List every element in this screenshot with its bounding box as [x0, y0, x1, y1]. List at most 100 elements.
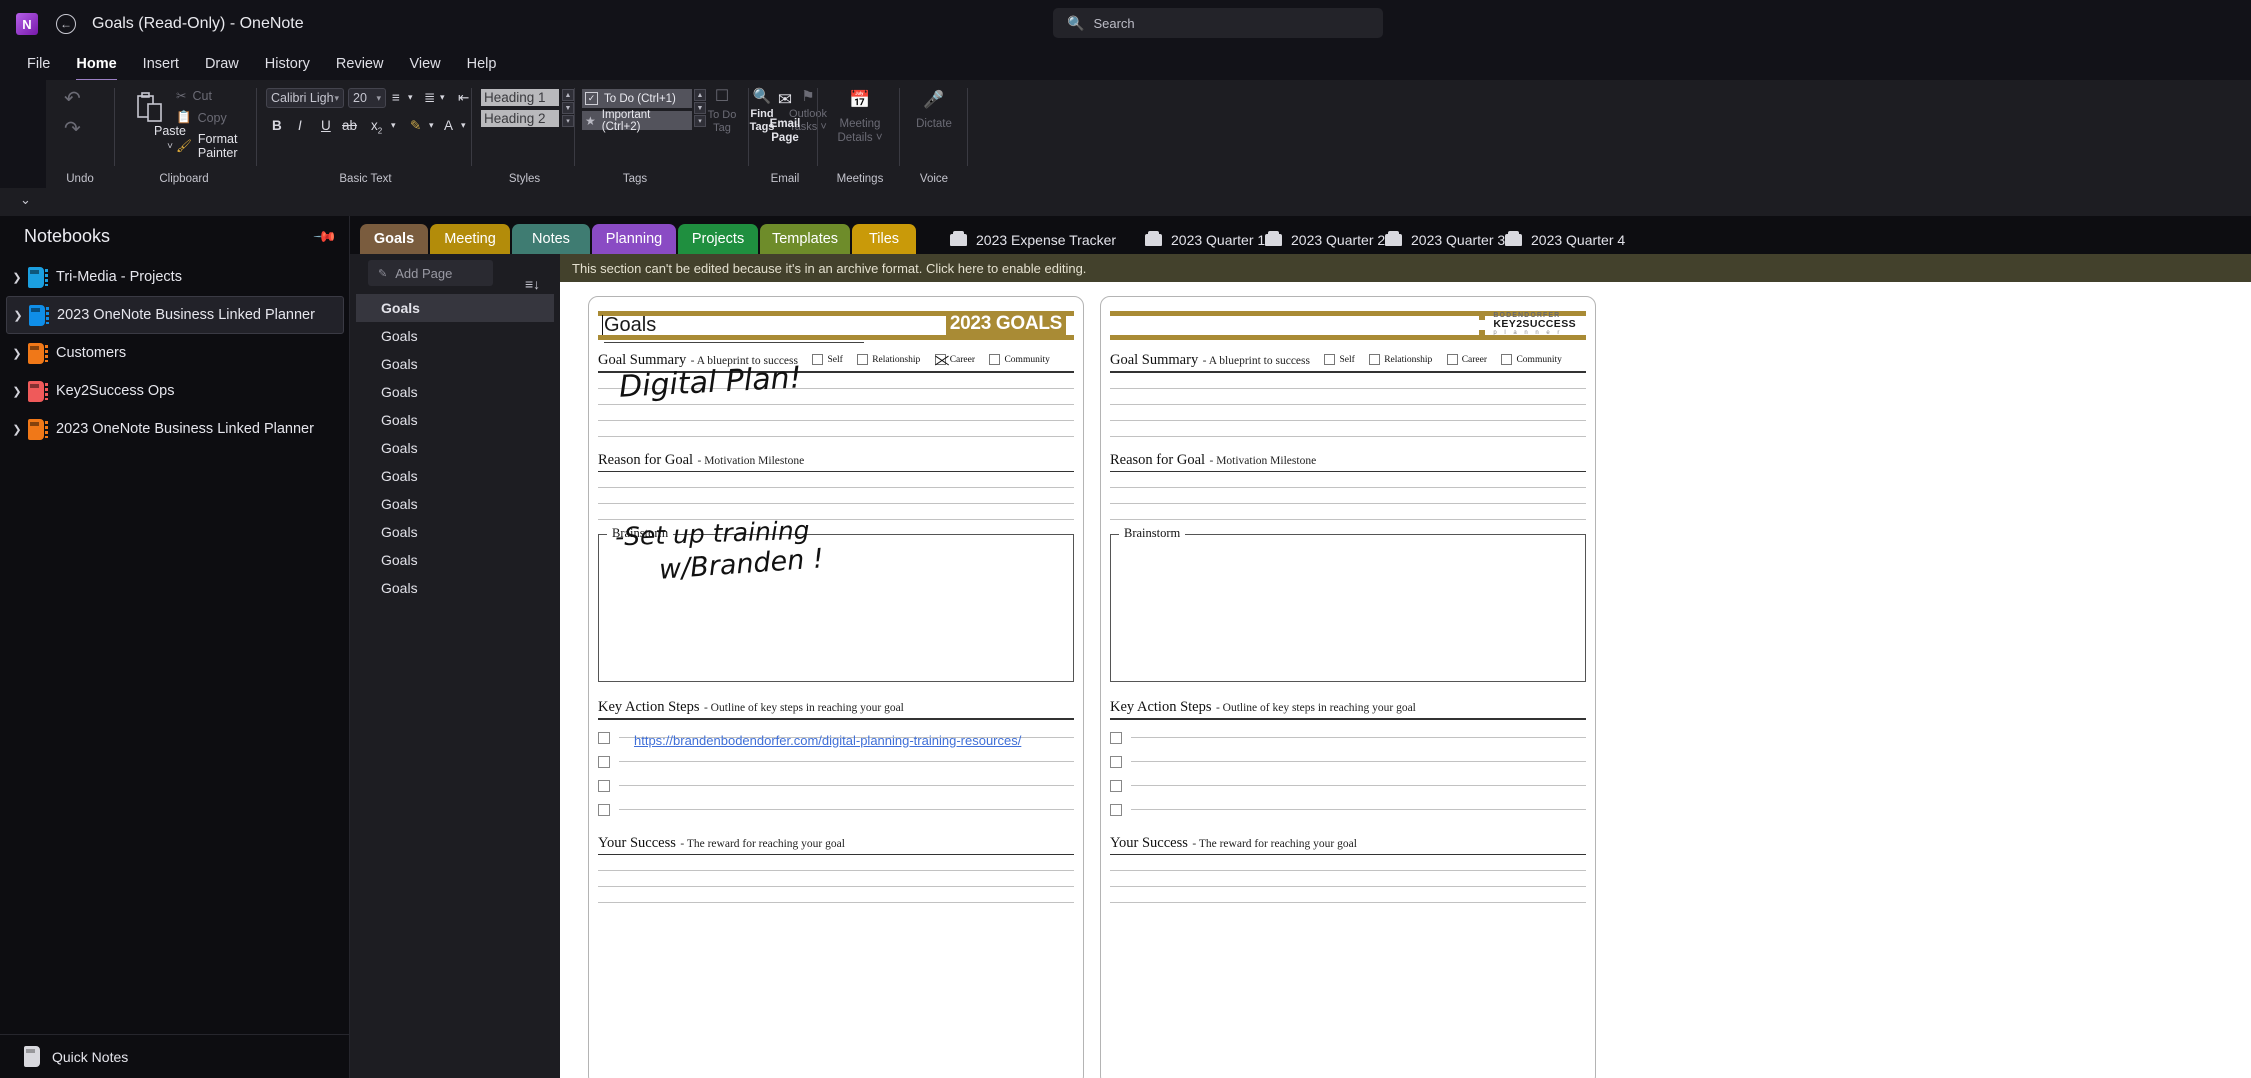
action-step-link[interactable]: https://brandenbodendorfer.com/digital-p…	[634, 733, 1021, 748]
page-item-goals-5[interactable]: Goals	[356, 406, 554, 434]
checkbox-icon[interactable]	[598, 803, 610, 816]
page-item-goals-8[interactable]: Goals	[356, 490, 554, 518]
planner-title[interactable]: Goals	[604, 314, 656, 337]
goal-checkbox-community[interactable]: Community	[1501, 354, 1562, 366]
action-step-row-4[interactable]	[1110, 803, 1586, 816]
page-item-goals-10[interactable]: Goals	[356, 546, 554, 574]
page-item-goals-4[interactable]: Goals	[356, 378, 554, 406]
menu-home[interactable]: Home	[63, 52, 129, 81]
goal-checkbox-self[interactable]: Self	[1324, 354, 1355, 366]
tag-to-do[interactable]: ✓ To Do (Ctrl+1)	[582, 89, 692, 108]
sort-icon[interactable]: ≡↓	[525, 276, 540, 292]
checkbox-icon[interactable]	[598, 779, 610, 792]
goal-checkbox-career[interactable]: Career	[934, 354, 975, 366]
archive-tab-2023-quarter-2[interactable]: 2023 Quarter 2	[1265, 229, 1385, 251]
highlighter-icon[interactable]: ✎	[410, 118, 421, 134]
archive-tab-2023-quarter-3[interactable]: 2023 Quarter 3	[1385, 229, 1505, 251]
italic-button[interactable]: I	[298, 118, 302, 133]
chevron-right-icon[interactable]: ❯	[6, 423, 28, 436]
undo-arrow-icon[interactable]: ↶	[64, 86, 81, 111]
redo-arrow-icon[interactable]: ↷	[64, 116, 81, 141]
add-page-button[interactable]: ✎ Add Page	[368, 260, 493, 286]
menu-history[interactable]: History	[252, 52, 323, 76]
action-step-row-1[interactable]	[1110, 731, 1586, 744]
page-item-goals-6[interactable]: Goals	[356, 434, 554, 462]
action-step-row-2[interactable]	[1110, 755, 1586, 768]
section-tab-templates[interactable]: Templates	[760, 224, 850, 254]
section-tab-planning[interactable]: Planning	[592, 224, 676, 254]
goal-checkbox-community[interactable]: Community	[989, 354, 1050, 366]
paste-icon[interactable]	[137, 92, 163, 122]
decrease-indent-icon[interactable]: ⇤	[458, 90, 469, 106]
notebook-item-customers[interactable]: ❯ Customers	[6, 334, 344, 372]
action-step-row-3[interactable]	[598, 779, 1074, 792]
chevron-down-icon[interactable]: ▾	[461, 120, 466, 131]
menu-insert[interactable]: Insert	[130, 52, 192, 76]
archive-banner[interactable]: This section can't be edited because it'…	[560, 254, 2251, 282]
checkbox-icon[interactable]	[598, 755, 610, 768]
style-heading-1[interactable]: Heading 1	[481, 89, 559, 106]
font-color-icon[interactable]: A	[444, 118, 453, 133]
goal-checkbox-self[interactable]: Self	[812, 354, 843, 366]
underline-button[interactable]: U	[321, 118, 331, 133]
menu-file[interactable]: File	[14, 52, 63, 76]
chevron-right-icon[interactable]: ❯	[7, 309, 29, 322]
section-tab-tiles[interactable]: Tiles	[852, 224, 916, 254]
font-name-select[interactable]: Calibri Light ▾	[266, 88, 344, 108]
action-step-row-4[interactable]	[598, 803, 1074, 816]
quick-notes-item[interactable]: Quick Notes	[0, 1034, 350, 1078]
planner-page-left[interactable]: Goals 2023 GOALS Goal Summary - A bluepr…	[588, 296, 1084, 1078]
chevron-right-icon[interactable]: ❯	[6, 271, 28, 284]
notebook-item-2023-onenote-business-linked-planner[interactable]: ❯ 2023 OneNote Business Linked Planner	[6, 296, 344, 334]
section-tab-goals[interactable]: Goals	[360, 224, 428, 254]
menu-view[interactable]: View	[396, 52, 453, 76]
email-page-button[interactable]: Email Page	[751, 118, 819, 146]
note-canvas[interactable]: Goals 2023 GOALS Goal Summary - A bluepr…	[560, 282, 2251, 1078]
section-tab-projects[interactable]: Projects	[678, 224, 758, 254]
strikethrough-button[interactable]: ab	[342, 118, 357, 133]
collapse-ribbon-caret[interactable]: ⌄	[20, 192, 31, 208]
checkbox-icon[interactable]	[1110, 803, 1122, 816]
archive-tab-2023-expense-tracker[interactable]: 2023 Expense Tracker	[950, 229, 1116, 251]
chevron-down-icon[interactable]: ▾	[429, 120, 434, 131]
numbered-list-icon[interactable]: ≣	[424, 90, 435, 106]
page-item-goals-3[interactable]: Goals	[356, 350, 554, 378]
chevron-right-icon[interactable]: ❯	[6, 347, 28, 360]
chevron-down-icon[interactable]: ▾	[391, 120, 396, 131]
notebook-item-tri-media-projects[interactable]: ❯ Tri-Media - Projects	[6, 258, 344, 296]
menu-draw[interactable]: Draw	[192, 52, 252, 76]
chevron-down-icon[interactable]: ▾	[440, 92, 445, 103]
section-tab-notes[interactable]: Notes	[512, 224, 590, 254]
page-item-goals-7[interactable]: Goals	[356, 462, 554, 490]
action-step-row-2[interactable]	[598, 755, 1074, 768]
notebook-item-key2success-ops[interactable]: ❯ Key2Success Ops	[6, 372, 344, 410]
menu-help[interactable]: Help	[454, 52, 510, 76]
goal-checkbox-career[interactable]: Career	[1446, 354, 1487, 366]
page-item-goals-9[interactable]: Goals	[356, 518, 554, 546]
envelope-icon[interactable]: ✉	[751, 90, 819, 110]
action-step-row-3[interactable]	[1110, 779, 1586, 792]
styles-expand-icon[interactable]: ▾	[562, 115, 574, 127]
checkbox-icon[interactable]	[1110, 779, 1122, 792]
subscript-button[interactable]: x2	[371, 118, 382, 136]
planner-page-right[interactable]: BODENDORFER KEY2SUCCESS p l a n n e r Go…	[1100, 296, 1596, 1078]
goal-checkbox-relationship[interactable]: Relationship	[857, 354, 920, 366]
search-input[interactable]: 🔍 Search	[1053, 8, 1383, 38]
archive-tab-2023-quarter-1[interactable]: 2023 Quarter 1	[1145, 229, 1265, 251]
brainstorm-box-right[interactable]: Brainstorm	[1110, 526, 1586, 682]
styles-scroll-up-icon[interactable]: ▲	[562, 89, 574, 101]
format-painter-button[interactable]: 🖌 Format Painter	[176, 132, 254, 160]
pin-icon[interactable]: 📌	[312, 224, 338, 250]
back-arrow-icon[interactable]: ←	[56, 14, 76, 34]
checkbox-icon[interactable]	[598, 731, 610, 744]
bullet-list-icon[interactable]: ≡	[392, 90, 400, 105]
style-heading-2[interactable]: Heading 2	[481, 110, 559, 127]
to-do-tag-button[interactable]: ☐ To Do Tag	[702, 88, 742, 135]
chevron-down-icon[interactable]: ▾	[408, 92, 413, 103]
checkbox-icon[interactable]	[1110, 755, 1122, 768]
goal-checkbox-relationship[interactable]: Relationship	[1369, 354, 1432, 366]
page-item-goals-1[interactable]: Goals	[356, 294, 554, 322]
bold-button[interactable]: B	[272, 118, 282, 133]
styles-scroll-down-icon[interactable]: ▼	[562, 102, 574, 114]
section-tab-meeting[interactable]: Meeting	[430, 224, 510, 254]
